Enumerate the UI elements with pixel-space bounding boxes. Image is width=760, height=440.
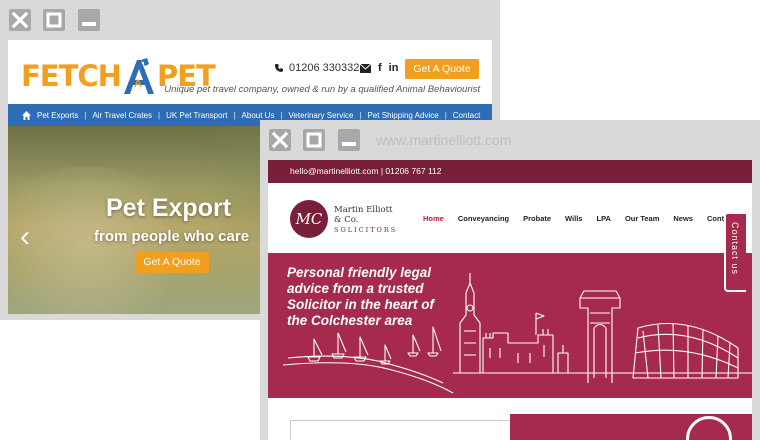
- nav-item-air-travel-crates[interactable]: Air Travel Crates: [92, 111, 152, 120]
- nav-item-probate[interactable]: Probate: [523, 214, 551, 223]
- phone-number: 01206 330332: [289, 62, 360, 74]
- minimize-icon[interactable]: [338, 129, 360, 151]
- get-quote-button[interactable]: Get A Quote: [405, 59, 479, 79]
- maximize-icon[interactable]: [43, 9, 65, 31]
- nav-item-home[interactable]: Home: [423, 214, 444, 223]
- logo-line-2: & Co.: [334, 215, 359, 225]
- phone-icon: [275, 64, 283, 72]
- logo-wordmark: Martin Elliott & Co. SOLICITORS: [334, 205, 397, 235]
- nav-item-uk-pet-transport[interactable]: UK Pet Transport: [166, 111, 227, 120]
- dog-logo-icon: A: [121, 56, 157, 96]
- nav-item-wills[interactable]: Wills: [565, 214, 582, 223]
- linkedin-icon[interactable]: in: [389, 62, 399, 74]
- maximize-icon[interactable]: [303, 129, 325, 151]
- martin-elliott-page: hello@martinelliott.com | 01206 767 112 …: [268, 160, 752, 440]
- facebook-icon[interactable]: f: [378, 62, 382, 74]
- nav-item-pet-shipping-advice[interactable]: Pet Shipping Advice: [368, 111, 439, 120]
- nav-item-contact[interactable]: Contact: [453, 111, 481, 120]
- contact-tab-label: Contact us: [730, 222, 740, 276]
- hero-line-1: Personal friendly legal: [287, 265, 432, 280]
- hero-line-2: advice from a trusted: [287, 281, 424, 296]
- nav-item-conveyancing[interactable]: Conveyancing: [458, 214, 509, 223]
- window-titlebar: [0, 0, 500, 40]
- hero-line-4: the Colchester area: [287, 313, 413, 328]
- hero-subtitle: from people who care: [94, 228, 250, 245]
- window-titlebar: www.martinelliott.com: [260, 120, 760, 160]
- hero-line-3: Solicitor in the heart of: [287, 297, 435, 312]
- logo-text-a: A: [133, 78, 142, 90]
- nav-item-veterinary-service[interactable]: Veterinary Service: [289, 111, 354, 120]
- main-nav: Home Conveyancing Probate Wills LPA Our …: [423, 214, 749, 223]
- window-title: www.martinelliott.com: [376, 132, 512, 148]
- close-icon[interactable]: [269, 129, 291, 151]
- hero-banner: Personal friendly legal advice from a tr…: [268, 253, 752, 398]
- site-header: FETCH A PET 01206 330332 f in Get A Quote …: [8, 40, 492, 104]
- hero-heading: Personal friendly legal advice from a tr…: [287, 265, 434, 329]
- chevron-left-icon[interactable]: ‹: [20, 222, 30, 252]
- nav-item-our-team[interactable]: Our Team: [625, 214, 659, 223]
- contact-us-tab[interactable]: Contact us: [724, 212, 746, 292]
- social-links: f in: [360, 62, 398, 74]
- nav-item-lpa[interactable]: LPA: [596, 214, 610, 223]
- home-icon[interactable]: [22, 110, 31, 120]
- logo-line-1: Martin Elliott: [334, 205, 393, 215]
- minimize-icon[interactable]: [78, 9, 100, 31]
- nav-item-about-us[interactable]: About Us: [242, 111, 275, 120]
- contact-topbar[interactable]: hello@martinelliott.com | 01206 767 112: [268, 160, 752, 183]
- martin-elliott-logo[interactable]: MC: [290, 200, 328, 238]
- email-icon[interactable]: [360, 63, 371, 73]
- hero-title: Pet Export: [106, 194, 232, 222]
- content-card: [290, 420, 528, 440]
- hero-quote-button[interactable]: Get A Quote: [135, 252, 209, 273]
- phone-contact[interactable]: 01206 330332: [274, 62, 359, 74]
- nav-item-news[interactable]: News: [673, 214, 693, 223]
- tagline: Unique pet travel company, owned & run b…: [164, 84, 480, 95]
- logo-text-fetch: FETCH: [21, 59, 122, 93]
- close-icon[interactable]: [9, 9, 31, 31]
- content-section: [268, 398, 752, 440]
- nav-item-pet-exports[interactable]: Pet Exports: [37, 111, 78, 120]
- martin-elliott-window: www.martinelliott.com hello@martinelliot…: [260, 120, 760, 440]
- logo-line-3: SOLICITORS: [334, 226, 398, 234]
- site-header: MC Martin Elliott & Co. SOLICITORS Home …: [268, 183, 752, 253]
